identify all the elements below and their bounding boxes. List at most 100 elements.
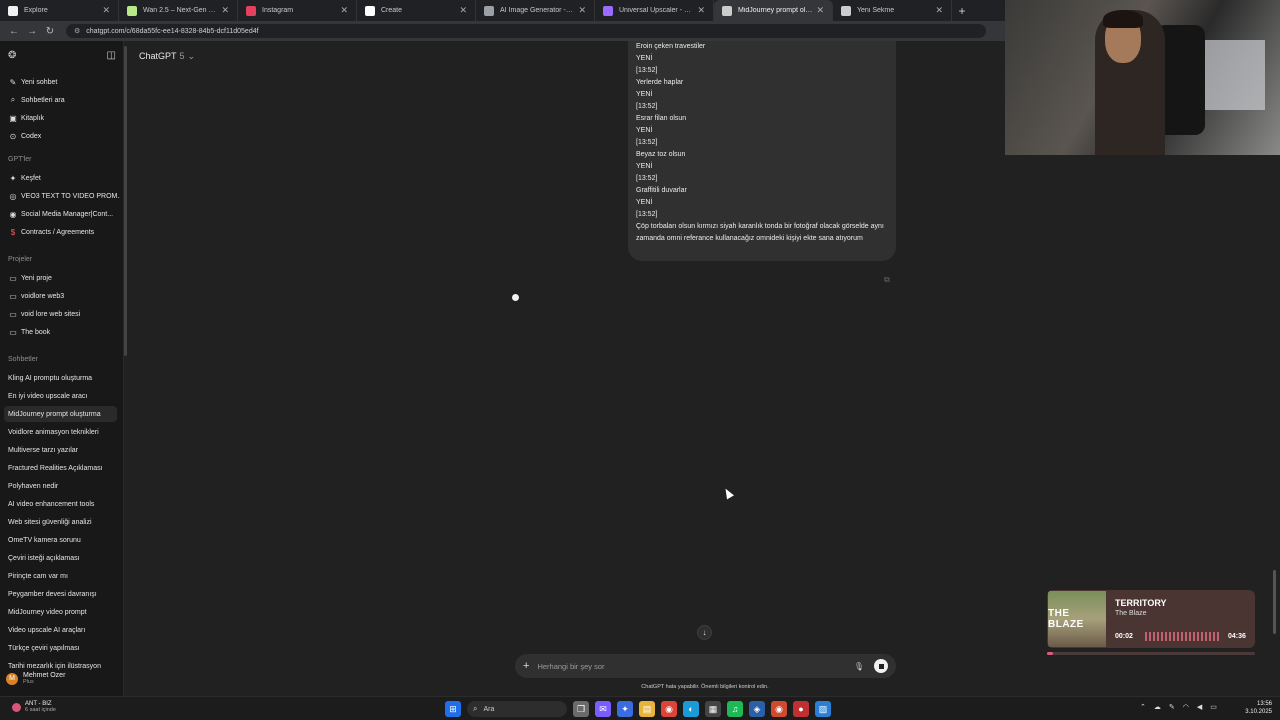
sidebar-item-gpt[interactable]: ◉ Social Media Manager|Cont...: [8, 206, 120, 222]
tab-close-icon[interactable]: ✕: [102, 5, 110, 16]
sidebar-item-nav[interactable]: ⊙ Codex: [8, 128, 120, 144]
taskbar-search[interactable]: ⌕ Ara: [467, 701, 567, 717]
wifi-icon[interactable]: ◠: [1183, 703, 1189, 711]
cloud-icon[interactable]: ☁: [1154, 703, 1161, 711]
openai-logo-icon[interactable]: ❂: [8, 50, 16, 61]
sidebar-chat-item[interactable]: Kling AI promptu oluşturma: [8, 370, 120, 386]
sidebar-item-nav[interactable]: ▣ Kitaplık: [8, 110, 120, 126]
copilot-icon[interactable]: ✦: [617, 701, 633, 717]
browser-tab[interactable]: Wan 2.5 – Next-Gen Video Mo ✕: [119, 0, 238, 21]
clock[interactable]: 13:56 3.10.2025: [1240, 700, 1272, 716]
microphone-icon[interactable]: 🎙: [854, 662, 864, 671]
chrome-icon[interactable]: ◉: [661, 701, 677, 717]
page-scrollbar[interactable]: [1273, 570, 1276, 634]
browser-tab[interactable]: AI Image Generator - Create Ar ✕: [476, 0, 595, 21]
sidebar-item-gpt[interactable]: ✦ Keşfet: [8, 170, 120, 186]
weather-subtitle: 6 saat içinde: [25, 707, 56, 713]
back-icon[interactable]: ←: [6, 26, 22, 37]
sidebar-item-label: MidJourney prompt oluşturma: [8, 410, 101, 418]
sidebar-chat-item[interactable]: Pirinçte cam var mı: [8, 568, 120, 584]
track-progress-bar[interactable]: [1047, 652, 1255, 655]
tab-close-icon[interactable]: ✕: [221, 5, 229, 16]
store-icon[interactable]: ▦: [705, 701, 721, 717]
tab-close-icon[interactable]: ✕: [459, 5, 467, 16]
sidebar-chat-item[interactable]: En iyi video upscale aracı: [8, 388, 120, 404]
user-profile[interactable]: M Mehmet Ozer Plus: [6, 672, 65, 685]
file-explorer-icon[interactable]: ▤: [639, 701, 655, 717]
tab-close-icon[interactable]: ✕: [816, 5, 824, 16]
collapse-sidebar-icon[interactable]: ◫: [107, 50, 116, 61]
url-text: chatgpt.com/c/68da55fc-ee14-8328-84b5-dc…: [86, 27, 259, 35]
sidebar-item-nav[interactable]: ✎ Yeni sohbet: [8, 74, 120, 90]
windows-start-icon[interactable]: ⊞: [445, 701, 461, 717]
tab-close-icon[interactable]: ✕: [935, 5, 943, 16]
edge-icon[interactable]: ◐: [683, 701, 699, 717]
scroll-down-button[interactable]: ↓: [697, 625, 712, 640]
recorder-icon[interactable]: ●: [793, 701, 809, 717]
pen-icon[interactable]: ✎: [1169, 703, 1175, 711]
plus-icon[interactable]: +: [523, 660, 529, 672]
composer[interactable]: + Herhangi bir şey sor 🎙: [515, 654, 896, 678]
sidebar-chat-item[interactable]: MidJourney video prompt: [8, 604, 120, 620]
sidebar-chat-item[interactable]: OmeTV kamera sorunu: [8, 532, 120, 548]
sidebar-item-icon: ▭: [9, 273, 17, 283]
sidebar-chat-item[interactable]: AI video enhancement tools: [8, 496, 120, 512]
sidebar-chat-item[interactable]: Peygamber devesi davranışı: [8, 586, 120, 602]
browser-tab[interactable]: Create ✕: [357, 0, 476, 21]
sidebar-chat-item[interactable]: Polyhaven nedir: [8, 478, 120, 494]
sidebar-scrollbar[interactable]: [124, 46, 127, 356]
taskbar-search-label: Ara: [483, 705, 495, 713]
battery-icon[interactable]: ▭: [1210, 703, 1217, 711]
sidebar-chat-item[interactable]: Türkçe çeviri yapılması: [8, 640, 120, 656]
browser-tab[interactable]: MidJourney prompt oluşturma✕: [714, 0, 833, 21]
tab-close-icon[interactable]: ✕: [340, 5, 348, 16]
reload-icon[interactable]: ↻: [42, 26, 58, 37]
sidebar-item-project[interactable]: ▭ The book: [8, 324, 120, 340]
weather-widget[interactable]: ANT - BIZ 6 saat içinde: [12, 701, 56, 713]
tab-favicon-icon: [365, 5, 375, 16]
waveform[interactable]: [1145, 632, 1219, 641]
sidebar-item-project[interactable]: ▭ voidlore web3: [8, 288, 120, 304]
sidebar-item-project[interactable]: ▭ Yeni proje: [8, 270, 120, 286]
browser-tab[interactable]: Universal Upscaler - Leonardo.A ✕: [595, 0, 714, 21]
browser-tab[interactable]: Instagram ✕: [238, 0, 357, 21]
new-tab-button[interactable]: +: [952, 0, 972, 21]
task-view-icon[interactable]: ❐: [573, 701, 589, 717]
composer-input[interactable]: Herhangi bir şey sor: [537, 662, 853, 671]
sidebar-item-gpt[interactable]: $ Contracts / Agreements: [8, 224, 120, 240]
site-info-icon[interactable]: ⚙: [74, 27, 80, 35]
sidebar-item-label: void lore web sitesi: [21, 310, 81, 318]
volume-icon[interactable]: ◀: [1197, 703, 1202, 711]
sidebar-item-nav[interactable]: ⌕ Sohbetleri ara: [8, 92, 120, 108]
photos-icon[interactable]: ▨: [815, 701, 831, 717]
copy-icon[interactable]: ⧉: [884, 275, 890, 285]
taskbar: ANT - BIZ 6 saat içinde ⊞ ⌕ Ara ❐ ✉ ✦ ▤ ◉…: [0, 696, 1280, 720]
browser-tab[interactable]: Yeni Sekme ✕: [833, 0, 952, 21]
app-icon[interactable]: ◈: [749, 701, 765, 717]
spotify-icon[interactable]: ♫: [727, 701, 743, 717]
sidebar-item-project[interactable]: ▭ void lore web sitesi: [8, 306, 120, 322]
tab-close-icon[interactable]: ✕: [578, 5, 586, 16]
chrome-profile-icon[interactable]: ◉: [771, 701, 787, 717]
sidebar-item-icon: ▣: [9, 113, 17, 123]
sidebar-chat-item[interactable]: Video upscale AI araçları: [8, 622, 120, 638]
sidebar-chat-item[interactable]: Multiverse tarzı yazılar: [8, 442, 120, 458]
teams-icon[interactable]: ✉: [595, 701, 611, 717]
sidebar-item-icon: ▭: [9, 291, 17, 301]
tab-favicon-icon: [246, 5, 256, 16]
sidebar-item-gpt[interactable]: ◎ VEO3 TEXT TO VIDEO PROM...: [8, 188, 121, 204]
sidebar-chat-item[interactable]: Voidlore animasyon teknikleri: [8, 424, 120, 440]
sidebar-item-label: Kitaplık: [21, 114, 44, 122]
tray-chevron-icon[interactable]: ⌃: [1140, 703, 1146, 711]
sidebar-chat-item[interactable]: Fractured Realities Açıklaması: [8, 460, 120, 476]
media-player[interactable]: THE BLAZE TERRITORY The Blaze 00:02 04:3…: [1047, 590, 1255, 648]
sidebar-chat-item[interactable]: Çeviri isteği açıklaması: [8, 550, 120, 566]
browser-tab[interactable]: Explore ✕: [0, 0, 119, 21]
sidebar-chat-item[interactable]: Web sitesi güvenliği analizi: [8, 514, 120, 530]
model-selector[interactable]: ChatGPT 5 ⌄: [139, 51, 195, 62]
sidebar-chat-item[interactable]: MidJourney prompt oluşturma: [4, 406, 117, 422]
tab-close-icon[interactable]: ✕: [697, 5, 705, 16]
forward-icon[interactable]: →: [24, 26, 40, 37]
stop-button[interactable]: [874, 659, 888, 673]
url-field[interactable]: ⚙ chatgpt.com/c/68da55fc-ee14-8328-84b5-…: [66, 24, 986, 38]
